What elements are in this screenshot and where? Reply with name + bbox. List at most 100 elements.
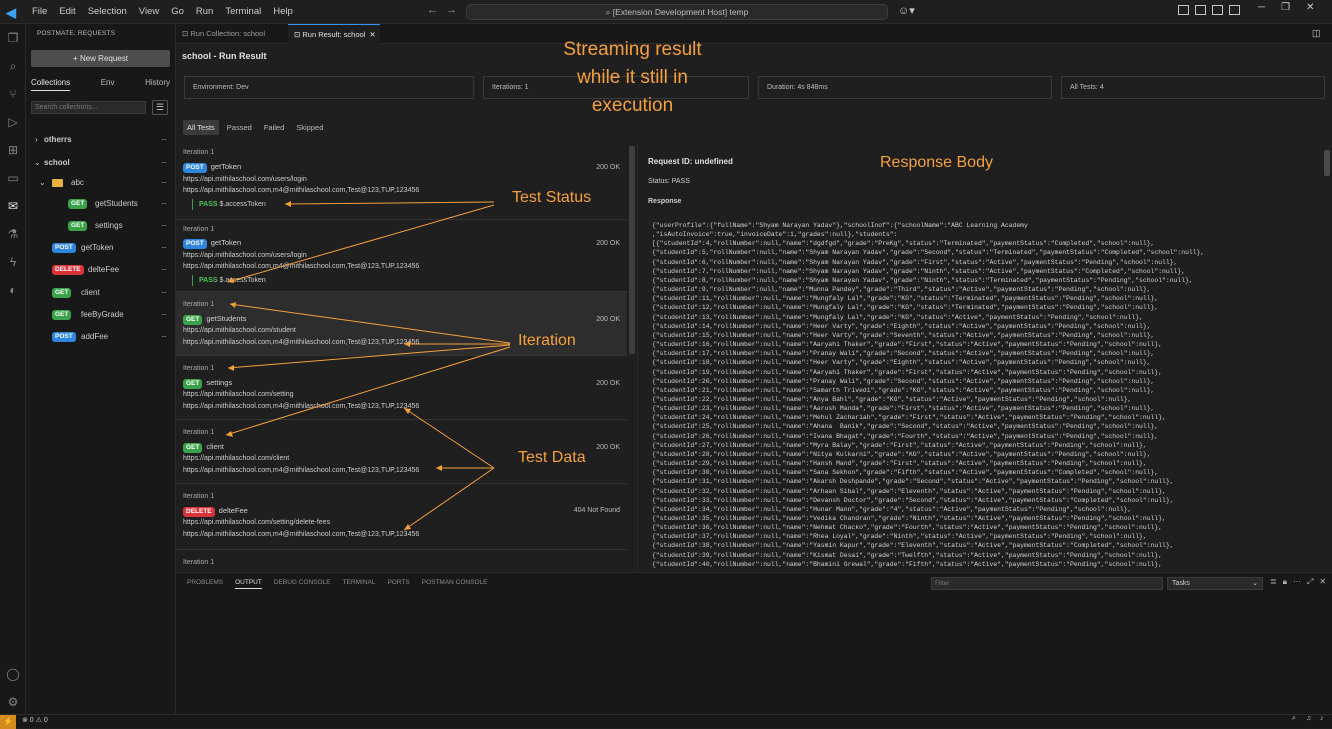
output-channel-select[interactable]: Tasks ⌄ [1167,577,1263,590]
menu-file[interactable]: File [26,0,53,24]
source-control-icon[interactable]: ⑂ [5,86,21,102]
menu-help[interactable]: Help [267,0,299,24]
menu-go[interactable]: Go [165,0,190,24]
test-data: https://api.mithilaschool.com,m4@mithila… [183,531,420,538]
request-addfee[interactable]: POST addFee ··· [26,328,176,346]
output-filter-input[interactable]: Filter [931,577,1163,590]
result-item[interactable]: Iteration 1 [176,550,627,571]
tab-postman-console[interactable]: POSTMAN CONSOLE [422,579,488,589]
clear-output-icon[interactable]: ≣ [1270,577,1277,587]
toggle-sidebar-icon[interactable] [1195,5,1206,15]
tree-folder-school[interactable]: ⌄ school ··· [26,154,176,172]
request-gettoken[interactable]: POST getToken ··· [26,239,176,257]
maximize-panel-icon[interactable]: ⤢ [1307,577,1313,587]
close-panel-icon[interactable]: ✕ [1319,577,1326,587]
toggle-secondary-sidebar-icon[interactable] [1229,5,1240,15]
lightning-icon[interactable]: ϟ [5,254,21,270]
new-request-button[interactable]: + New Request [31,50,170,67]
more-icon[interactable]: ··· [161,261,167,279]
filter-all-tests[interactable]: All Tests [183,120,219,135]
account-icon[interactable]: ◯ [5,666,21,682]
command-center[interactable]: ⌕ [Extension Development Host] temp [466,4,888,20]
response-line: {"studentId":31,"rollNumber":null,"name"… [652,478,1174,486]
tab-run-collection[interactable]: ⊡ Run Collection: school [176,24,286,44]
run-debug-icon[interactable]: ▷ [5,114,21,130]
nav-back-forward-icon[interactable]: ←→ [427,4,465,16]
tab-output[interactable]: OUTPUT [235,579,262,589]
menu-view[interactable]: View [133,0,165,24]
minimize-icon[interactable]: ─ [1258,2,1265,13]
layout-customize-icon[interactable] [1178,5,1189,15]
menu-edit[interactable]: Edit [53,0,81,24]
lock-icon[interactable]: 🔒︎ [1283,577,1287,587]
request-feebygrade[interactable]: GET feeByGrade ··· [26,306,176,324]
rocket-icon[interactable]: ◐ [5,282,21,298]
more-icon[interactable]: ··· [161,131,167,149]
close-icon[interactable]: ✕ [1306,2,1314,13]
request-deltefee[interactable]: DELETE delteFee ··· [26,261,176,279]
more-icon[interactable]: ··· [161,174,167,192]
result-item[interactable]: Iteration 1 200 OK GET settings https://a… [176,356,627,420]
remote-explorer-icon[interactable]: ▭ [5,170,21,186]
request-client[interactable]: GET client ··· [26,284,176,302]
search-icon: ⌕ [605,7,613,17]
more-icon[interactable]: ··· [161,306,167,324]
method-badge: GET [183,443,203,453]
test-data: https://api.mithilaschool.com,m4@mithila… [183,339,420,346]
postmate-icon[interactable]: ✉ [5,198,21,214]
more-icon[interactable]: ··· [161,217,167,235]
remote-icon[interactable]: ⚡ [0,715,16,729]
tab-ports[interactable]: PORTS [387,579,409,589]
status-code: 200 OK [596,380,620,387]
copilot-icon[interactable]: ☺▾ [898,4,915,17]
more-icon[interactable]: ··· [161,154,167,172]
search-collections-input[interactable]: Search collections... [31,101,146,114]
split-editor-icon[interactable]: ◫ [1312,28,1321,39]
bell-icon[interactable]: ♪ [1320,715,1324,722]
testing-icon[interactable]: ⚗ [5,226,21,242]
result-item[interactable]: Iteration 1 200 OK POST getToken https://… [176,144,627,220]
tab-env[interactable]: Env [101,78,115,91]
iteration-label: Iteration 1 [183,559,215,566]
more-icon[interactable]: ··· [161,284,167,302]
tab-collections[interactable]: Collections [31,78,71,91]
menu-icon[interactable]: ☰ [152,100,168,115]
request-getstudents[interactable]: GET getStudents ··· [26,195,176,213]
more-icon[interactable]: ··· [161,328,167,346]
more-icon[interactable]: ··· [161,195,167,213]
restore-icon[interactable]: ❐ [1281,2,1290,13]
menu-terminal[interactable]: Terminal [219,0,267,24]
zoom-icon[interactable]: ⌕ [1292,715,1296,723]
results-scrollbar[interactable] [629,146,635,354]
result-item[interactable]: Iteration 1 200 OK POST getToken https://… [176,220,627,292]
close-tab-icon[interactable]: ✕ [369,30,375,39]
toggle-panel-icon[interactable] [1212,5,1223,15]
extensions-icon[interactable]: ⊞ [5,142,21,158]
tab-terminal[interactable]: TERMINAL [343,579,376,589]
tree-folder-abc[interactable]: ⌄ abc ··· [26,174,176,192]
filter-failed[interactable]: Failed [260,120,288,135]
tab-debug-console[interactable]: DEBUG CONSOLE [274,579,331,589]
request-settings[interactable]: GET settings ··· [26,217,176,235]
tab-problems[interactable]: PROBLEMS [187,579,223,589]
tree-folder-otherrs[interactable]: › otherrs ··· [26,131,176,149]
more-icon[interactable]: ··· [161,239,167,257]
results-list: Iteration 1 200 OK POST getToken https://… [176,144,627,571]
result-item[interactable]: Iteration 1 404 Not Found DELETE delteFee… [176,484,627,550]
request-line: GET settings [183,378,232,389]
response-scrollbar[interactable] [1324,150,1330,176]
filter-skipped[interactable]: Skipped [292,120,327,135]
filter-passed[interactable]: Passed [223,120,256,135]
search-icon[interactable]: ⌕ [5,58,21,74]
menu-selection[interactable]: Selection [82,0,133,24]
more-icon[interactable]: ··· [1293,577,1301,587]
problems-count[interactable]: ⊗ 0 ⚠ 0 [22,716,48,724]
menu-run[interactable]: Run [190,0,219,24]
tab-history[interactable]: History [145,78,170,91]
tab-run-result[interactable]: ⊡ Run Result: school ✕ [288,24,380,44]
explorer-icon[interactable]: ❐ [5,30,21,46]
notifications-icon[interactable]: ♫ [1306,715,1311,722]
settings-gear-icon[interactable]: ⚙ [5,694,21,710]
command-center-label: [Extension Development Host] temp [612,7,749,17]
response-line: [{"studentId":4,"rollNumber":null,"name"… [652,240,1155,248]
